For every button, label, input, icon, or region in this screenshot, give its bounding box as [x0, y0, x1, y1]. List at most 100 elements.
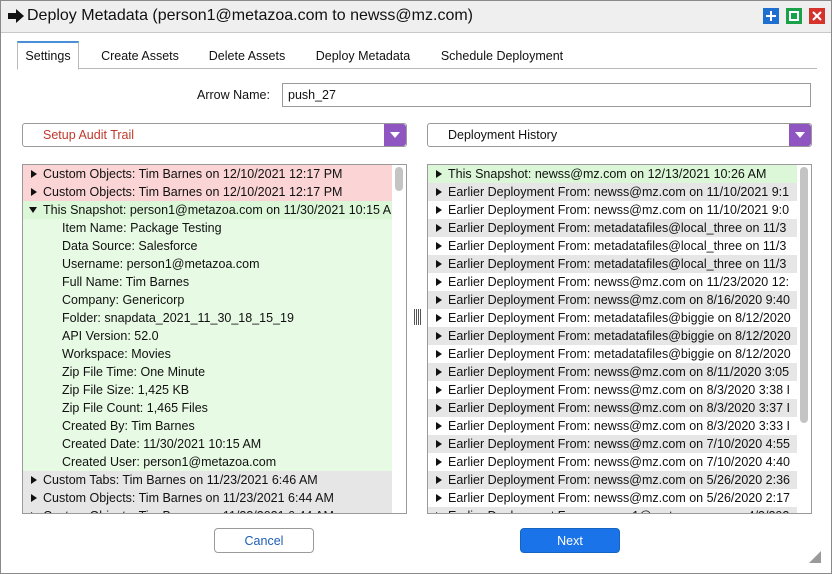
maximize-button[interactable]: [763, 8, 779, 24]
deployment-history-row[interactable]: Earlier Deployment From: metadatafiles@b…: [428, 327, 797, 345]
snapshot-detail-text: Created Date: 11/30/2021 10:15 AM: [62, 437, 262, 451]
snapshot-detail-row[interactable]: Zip File Time: One Minute: [23, 363, 392, 381]
source-snapshot-tree[interactable]: Custom Objects: Tim Barnes on 12/10/2021…: [22, 164, 407, 514]
snapshot-detail-row[interactable]: Created Date: 11/30/2021 10:15 AM: [23, 435, 392, 453]
snapshot-detail-row[interactable]: Company: Genericorp: [23, 291, 392, 309]
arrow-name-input[interactable]: [282, 83, 811, 107]
scrollbar-thumb[interactable]: [800, 167, 808, 423]
caret-right-icon[interactable]: [31, 475, 37, 484]
tab-delete-assets[interactable]: Delete Assets: [197, 43, 297, 69]
deployment-history-row[interactable]: Earlier Deployment From: metadatafiles@l…: [428, 237, 797, 255]
caret-right-icon[interactable]: [436, 169, 442, 178]
tab-deploy-metadata[interactable]: Deploy Metadata: [305, 43, 421, 69]
snapshot-detail-row[interactable]: Username: person1@metazoa.com: [23, 255, 392, 273]
vertical-scrollbar[interactable]: [392, 165, 406, 513]
snapshot-detail-text: Zip File Count: 1,465 Files: [62, 401, 208, 415]
row-label: Earlier Deployment From: newss@mz.com on…: [448, 437, 791, 451]
deployment-history-row[interactable]: Earlier Deployment From: person1@metazoa…: [428, 507, 797, 513]
row-label: Custom Objects: Tim Barnes on 12/10/2021…: [43, 167, 343, 181]
panel-splitter-handle[interactable]: [411, 309, 423, 325]
dropdown-button[interactable]: [789, 124, 811, 146]
caret-right-icon[interactable]: [31, 493, 37, 502]
caret-right-icon[interactable]: [436, 367, 442, 376]
deployment-history-row[interactable]: This Snapshot: newss@mz.com on 12/13/202…: [428, 165, 797, 183]
deployment-history-row[interactable]: Earlier Deployment From: newss@mz.com on…: [428, 417, 797, 435]
caret-right-icon[interactable]: [436, 295, 442, 304]
snapshot-detail-row[interactable]: Data Source: Salesforce: [23, 237, 392, 255]
deployment-history-row[interactable]: Earlier Deployment From: metadatafiles@b…: [428, 345, 797, 363]
deployment-history-row[interactable]: Earlier Deployment From: newss@mz.com on…: [428, 489, 797, 507]
caret-right-icon[interactable]: [31, 511, 37, 513]
caret-right-icon[interactable]: [436, 223, 442, 232]
caret-right-icon[interactable]: [436, 475, 442, 484]
snapshot-detail-row[interactable]: Created By: Tim Barnes: [23, 417, 392, 435]
scrollbar-thumb[interactable]: [395, 167, 403, 191]
caret-right-icon[interactable]: [436, 349, 442, 358]
deployment-history-list[interactable]: This Snapshot: newss@mz.com on 12/13/202…: [427, 164, 812, 514]
caret-right-icon[interactable]: [436, 511, 442, 513]
deployment-history-row[interactable]: Earlier Deployment From: newss@mz.com on…: [428, 273, 797, 291]
deployment-history-row[interactable]: Earlier Deployment From: newss@mz.com on…: [428, 183, 797, 201]
row-label: Earlier Deployment From: newss@mz.com on…: [448, 203, 790, 217]
caret-right-icon[interactable]: [436, 241, 442, 250]
deployment-history-row[interactable]: Earlier Deployment From: newss@mz.com on…: [428, 471, 797, 489]
vertical-scrollbar[interactable]: [797, 165, 811, 513]
restore-button[interactable]: [786, 8, 802, 24]
caret-right-icon[interactable]: [436, 313, 442, 322]
cancel-button[interactable]: Cancel: [214, 528, 314, 553]
caret-right-icon[interactable]: [436, 277, 442, 286]
caret-right-icon[interactable]: [31, 187, 37, 196]
deployment-history-row[interactable]: Earlier Deployment From: metadatafiles@l…: [428, 255, 797, 273]
snapshot-tree-node[interactable]: Custom Tabs: Tim Barnes on 11/23/2021 6:…: [23, 471, 392, 489]
tab-settings[interactable]: Settings: [17, 41, 79, 70]
deployment-history-row[interactable]: Earlier Deployment From: newss@mz.com on…: [428, 363, 797, 381]
dropdown-button[interactable]: [384, 124, 406, 146]
snapshot-detail-row[interactable]: Zip File Count: 1,465 Files: [23, 399, 392, 417]
history-filter-select[interactable]: Deployment History: [427, 123, 812, 147]
resize-grip-icon[interactable]: [809, 551, 821, 563]
caret-right-icon[interactable]: [436, 421, 442, 430]
snapshot-detail-row[interactable]: Folder: snapdata_2021_11_30_18_15_19: [23, 309, 392, 327]
snapshot-tree-node[interactable]: Custom Objects: Tim Barnes on 11/23/2021…: [23, 507, 392, 513]
row-label: Custom Objects: Tim Barnes on 11/23/2021…: [43, 509, 334, 513]
close-button[interactable]: [809, 8, 825, 24]
deployment-history-row[interactable]: Earlier Deployment From: newss@mz.com on…: [428, 435, 797, 453]
row-label: Earlier Deployment From: person1@metazoa…: [448, 509, 789, 513]
caret-right-icon[interactable]: [436, 205, 442, 214]
snapshot-detail-row[interactable]: Zip File Size: 1,425 KB: [23, 381, 392, 399]
caret-right-icon[interactable]: [436, 259, 442, 268]
deployment-history-row[interactable]: Earlier Deployment From: metadatafiles@l…: [428, 219, 797, 237]
snapshot-tree-node[interactable]: Custom Objects: Tim Barnes on 11/23/2021…: [23, 489, 392, 507]
caret-right-icon[interactable]: [436, 439, 442, 448]
snapshot-filter-select[interactable]: Setup Audit Trail: [22, 123, 407, 147]
deployment-history-row[interactable]: Earlier Deployment From: newss@mz.com on…: [428, 201, 797, 219]
tab-schedule-deployment[interactable]: Schedule Deployment: [429, 43, 575, 69]
deployment-history-row[interactable]: Earlier Deployment From: newss@mz.com on…: [428, 453, 797, 471]
row-label: Custom Objects: Tim Barnes on 12/10/2021…: [43, 185, 343, 199]
row-label: Custom Tabs: Tim Barnes on 11/23/2021 6:…: [43, 473, 318, 487]
tab-create-assets[interactable]: Create Assets: [87, 43, 193, 69]
caret-right-icon[interactable]: [436, 331, 442, 340]
snapshot-detail-row[interactable]: API Version: 52.0: [23, 327, 392, 345]
snapshot-detail-row[interactable]: Created User: person1@metazoa.com: [23, 453, 392, 471]
snapshot-detail-row[interactable]: Item Name: Package Testing: [23, 219, 392, 237]
caret-right-icon[interactable]: [436, 187, 442, 196]
snapshot-tree-node[interactable]: Custom Objects: Tim Barnes on 12/10/2021…: [23, 183, 392, 201]
deployment-history-row[interactable]: Earlier Deployment From: newss@mz.com on…: [428, 381, 797, 399]
snapshot-tree-node[interactable]: This Snapshot: person1@metazoa.com on 11…: [23, 201, 392, 219]
snapshot-tree-node[interactable]: Custom Objects: Tim Barnes on 12/10/2021…: [23, 165, 392, 183]
caret-right-icon[interactable]: [436, 385, 442, 394]
snapshot-detail-text: Company: Genericorp: [62, 293, 185, 307]
deployment-history-row[interactable]: Earlier Deployment From: newss@mz.com on…: [428, 291, 797, 309]
caret-right-icon[interactable]: [436, 457, 442, 466]
deployment-history-row[interactable]: Earlier Deployment From: newss@mz.com on…: [428, 399, 797, 417]
caret-right-icon[interactable]: [436, 493, 442, 502]
caret-down-icon[interactable]: [29, 206, 37, 213]
caret-right-icon[interactable]: [31, 169, 37, 178]
snapshot-detail-row[interactable]: Full Name: Tim Barnes: [23, 273, 392, 291]
next-button[interactable]: Next: [520, 528, 620, 553]
snapshot-detail-row[interactable]: Workspace: Movies: [23, 345, 392, 363]
caret-right-icon[interactable]: [436, 403, 442, 412]
title-bar: Deploy Metadata (person1@metazoa.com to …: [1, 1, 831, 33]
deployment-history-row[interactable]: Earlier Deployment From: metadatafiles@b…: [428, 309, 797, 327]
